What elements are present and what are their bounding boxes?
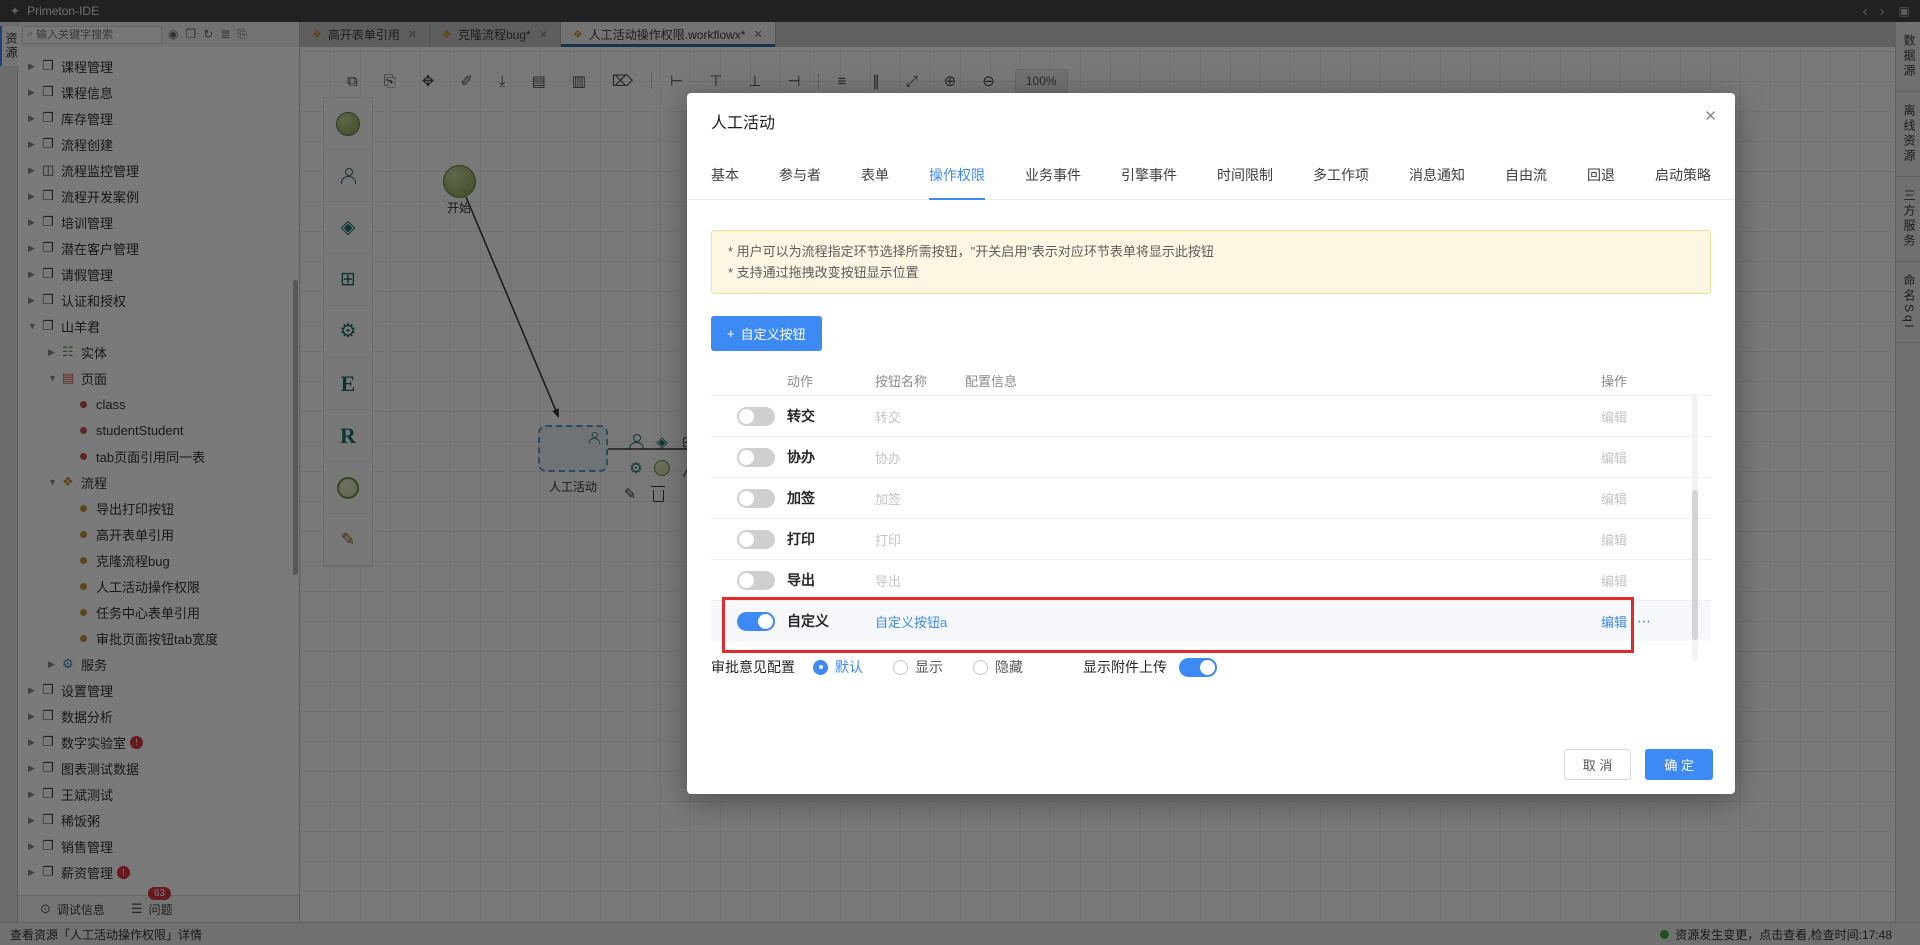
radio-show[interactable]: 显示 bbox=[893, 657, 943, 677]
tab-form[interactable]: 表单 bbox=[861, 165, 889, 199]
notice-line-1: * 用户可以为流程指定环节选择所需按钮，"开关启用"表示对应环节表单将显示此按钮 bbox=[728, 244, 1214, 259]
edit-link[interactable]: 编辑 bbox=[1601, 612, 1627, 631]
table-header: 动作 按钮名称 配置信息 操作 bbox=[711, 365, 1711, 395]
tab-time-limit[interactable]: 时间限制 bbox=[1217, 165, 1273, 199]
toggle-custom[interactable] bbox=[737, 611, 775, 631]
button-name: 转交 bbox=[875, 409, 902, 425]
manual-activity-dialog: 人工活动 ✕ 基本 参与者 表单 操作权限 业务事件 引擎事件 时间限制 多工作… bbox=[687, 93, 1735, 794]
edit-link[interactable]: 编辑 bbox=[1601, 448, 1627, 467]
row-transfer: 转交 转交 编辑 bbox=[711, 395, 1711, 436]
tab-business-events[interactable]: 业务事件 bbox=[1025, 165, 1081, 199]
header-operation: 操作 bbox=[1601, 373, 1628, 389]
radio-label: 默认 bbox=[835, 659, 863, 675]
radio-label: 显示 bbox=[915, 659, 943, 675]
row-countersign: 加签 加签 编辑 bbox=[711, 477, 1711, 518]
button-name: 打印 bbox=[875, 532, 902, 548]
add-custom-button-label: 自定义按钮 bbox=[740, 327, 806, 342]
toggle-transfer[interactable] bbox=[737, 406, 775, 426]
action-label: 加签 bbox=[787, 490, 815, 506]
radio-label: 隐藏 bbox=[995, 659, 1023, 675]
add-custom-button[interactable]: + 自定义按钮 bbox=[711, 316, 822, 351]
edit-link[interactable]: 编辑 bbox=[1601, 407, 1627, 426]
tab-participants[interactable]: 参与者 bbox=[779, 165, 821, 199]
notice-box: * 用户可以为流程指定环节选择所需按钮，"开关启用"表示对应环节表单将显示此按钮… bbox=[711, 230, 1711, 294]
row-custom: 自定义 自定义按钮a 编辑 ⋯ bbox=[711, 600, 1711, 641]
radio-dot-icon bbox=[813, 659, 828, 675]
tab-start-strategy[interactable]: 启动策略 bbox=[1655, 165, 1711, 199]
edit-link[interactable]: 编辑 bbox=[1601, 489, 1627, 508]
button-name: 加签 bbox=[875, 491, 902, 507]
radio-dot-icon bbox=[893, 659, 908, 675]
plus-icon: + bbox=[727, 326, 735, 341]
tab-rollback[interactable]: 回退 bbox=[1587, 165, 1615, 199]
toggle-assist[interactable] bbox=[737, 447, 775, 467]
opinion-config-row: 审批意见配置 默认 显示 隐藏 显示附件上传 bbox=[711, 657, 1711, 677]
close-icon[interactable]: ✕ bbox=[1704, 107, 1717, 125]
row-assist: 协办 协办 编辑 bbox=[711, 436, 1711, 477]
tab-multi-workitem[interactable]: 多工作项 bbox=[1313, 165, 1369, 199]
edit-link[interactable]: 编辑 bbox=[1601, 571, 1627, 590]
edit-link[interactable]: 编辑 bbox=[1601, 530, 1627, 549]
cancel-button[interactable]: 取 消 bbox=[1563, 749, 1632, 780]
radio-default[interactable]: 默认 bbox=[813, 657, 863, 677]
button-name-link[interactable]: 自定义按钮a bbox=[875, 612, 965, 631]
row-export: 导出 导出 编辑 bbox=[711, 559, 1711, 600]
toggle-print[interactable] bbox=[737, 529, 775, 549]
dialog-tabs: 基本 参与者 表单 操作权限 业务事件 引擎事件 时间限制 多工作项 消息通知 … bbox=[687, 165, 1735, 200]
action-label: 转交 bbox=[787, 408, 815, 424]
toggle-attachment-upload[interactable] bbox=[1179, 657, 1217, 677]
action-label: 自定义 bbox=[787, 613, 829, 629]
button-name: 协办 bbox=[875, 450, 902, 466]
header-button-name: 按钮名称 bbox=[875, 373, 928, 389]
tab-free-flow[interactable]: 自由流 bbox=[1505, 165, 1547, 199]
tab-basic[interactable]: 基本 bbox=[711, 165, 739, 199]
table-scrollbar[interactable] bbox=[1692, 393, 1698, 661]
radio-dot-icon bbox=[973, 659, 988, 675]
header-action: 动作 bbox=[787, 373, 814, 389]
toggle-countersign[interactable] bbox=[737, 488, 775, 508]
tab-engine-events[interactable]: 引擎事件 bbox=[1121, 165, 1177, 199]
toggle-export[interactable] bbox=[737, 570, 775, 590]
button-name: 导出 bbox=[875, 573, 902, 589]
tab-operation-permission[interactable]: 操作权限 bbox=[929, 165, 985, 200]
dialog-title: 人工活动 bbox=[711, 115, 776, 132]
header-config-info: 配置信息 bbox=[965, 373, 1018, 389]
action-label: 导出 bbox=[787, 572, 815, 588]
notice-line-2: * 支持通过拖拽改变按钮显示位置 bbox=[728, 265, 919, 280]
app-window: ✦ Primeton-IDE ‹ › ▣ ⌕ ◉ ❒ ↻ ≣ ⎘ ❖ 高开表单引… bbox=[0, 0, 1920, 945]
action-label: 打印 bbox=[787, 531, 815, 547]
action-label: 协办 bbox=[787, 449, 815, 465]
attachment-upload-label: 显示附件上传 bbox=[1083, 659, 1167, 675]
radio-hide[interactable]: 隐藏 bbox=[973, 657, 1023, 677]
tab-message-notification[interactable]: 消息通知 bbox=[1409, 165, 1465, 199]
confirm-button[interactable]: 确 定 bbox=[1645, 749, 1713, 780]
opinion-config-label: 审批意见配置 bbox=[711, 659, 795, 675]
more-icon[interactable]: ⋯ bbox=[1637, 613, 1651, 630]
row-print: 打印 打印 编辑 bbox=[711, 518, 1711, 559]
